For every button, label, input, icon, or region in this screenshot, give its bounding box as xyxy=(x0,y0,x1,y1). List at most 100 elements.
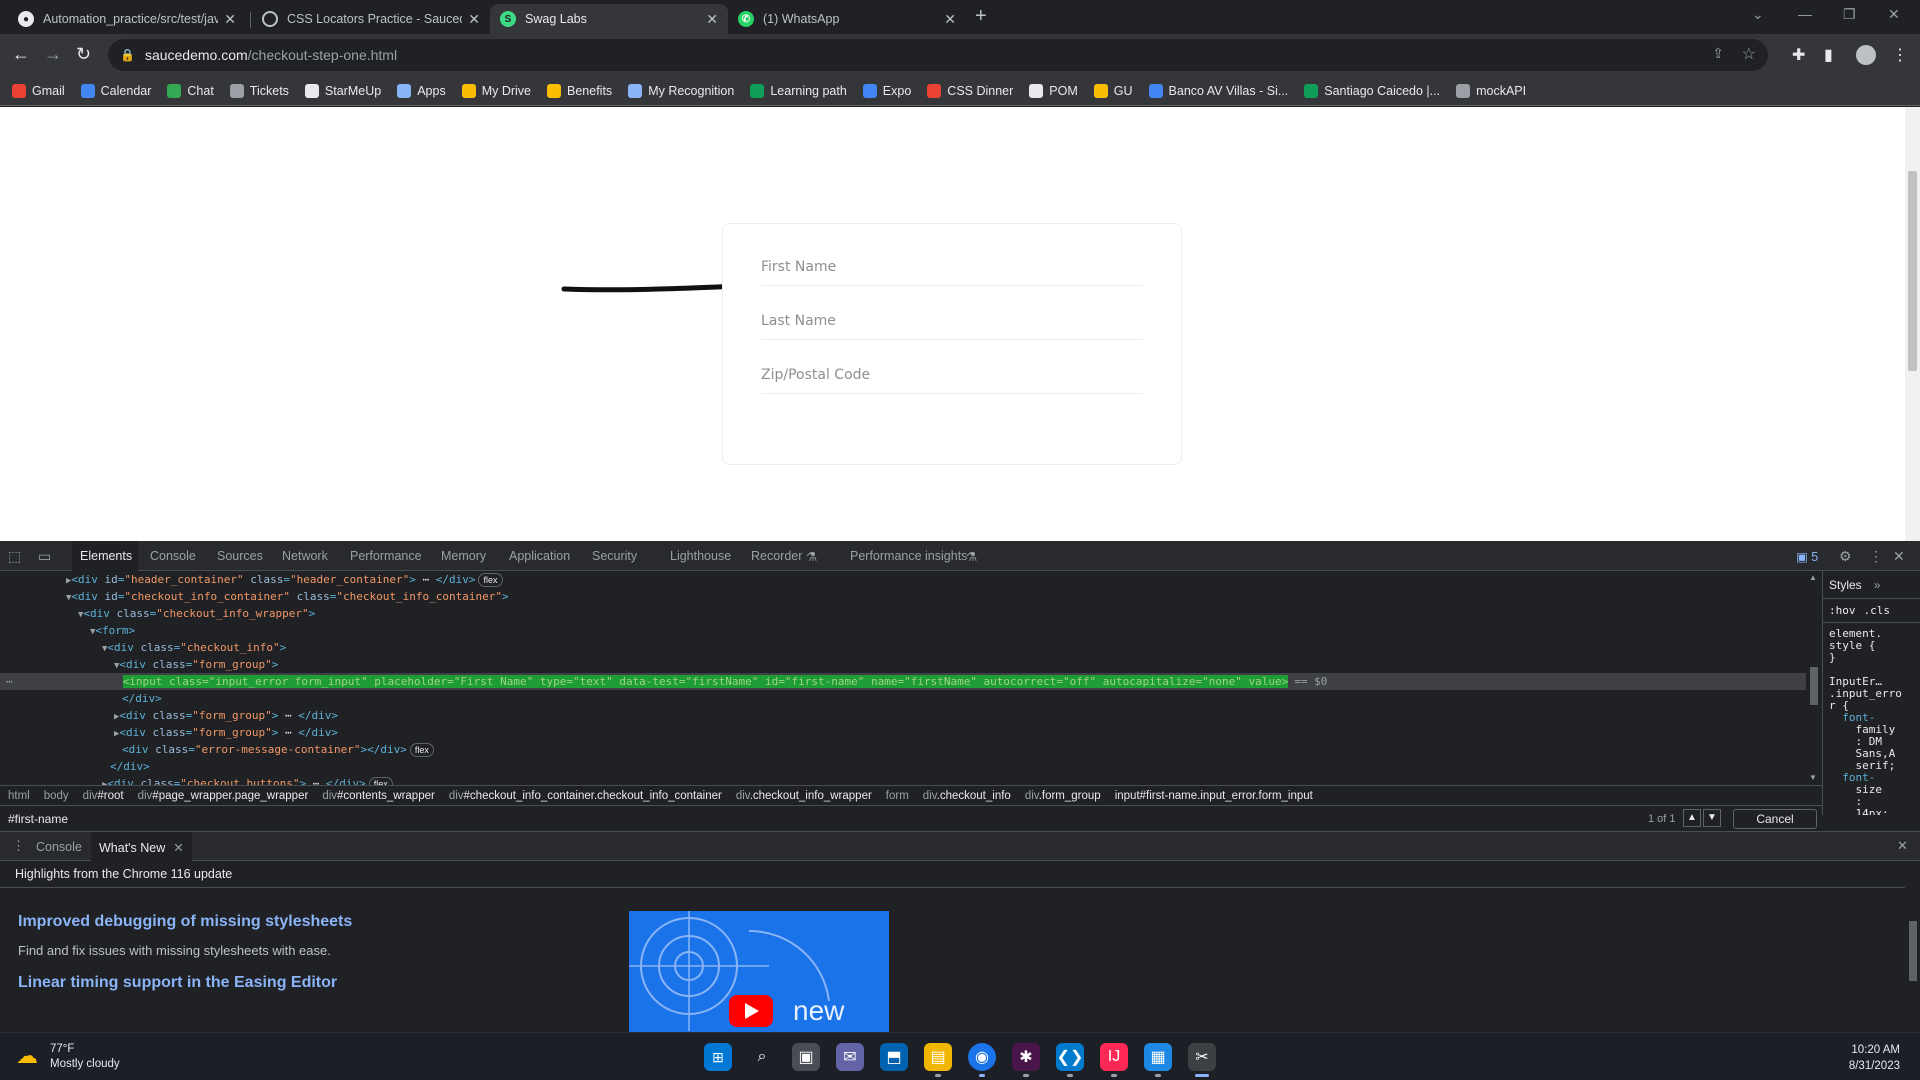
bookmark-item[interactable]: Tickets xyxy=(229,83,289,98)
tab-performance-insights[interactable]: Performance insights xyxy=(850,549,967,563)
class-toggle[interactable]: .cls xyxy=(1864,604,1891,617)
dom-node[interactable]: ▶<div class="form_group"> ⋯ </div> xyxy=(0,724,1806,741)
bookmark-item[interactable]: Expo xyxy=(862,83,911,98)
side-panel-icon[interactable]: ▮ xyxy=(1824,45,1833,65)
bookmark-item[interactable]: My Recognition xyxy=(628,83,734,98)
tab-performance[interactable]: Performance xyxy=(350,549,422,563)
bookmark-item[interactable]: CSS Dinner xyxy=(927,83,1013,98)
windows-start-icon[interactable]: ⊞ xyxy=(704,1043,732,1071)
tab-security[interactable]: Security xyxy=(592,549,637,563)
intellij-icon[interactable]: IJ xyxy=(1100,1043,1128,1077)
teams-chat-icon[interactable]: ✉ xyxy=(836,1043,864,1071)
close-tab-icon[interactable]: ✕ xyxy=(468,11,480,28)
breadcrumb-item[interactable]: input#first-name.input_error.form_input xyxy=(1115,790,1313,802)
breadcrumb-item[interactable]: form xyxy=(886,790,909,802)
breadcrumb-item[interactable]: div#root xyxy=(83,790,124,802)
bookmark-item[interactable]: Banco AV Villas - Si... xyxy=(1148,83,1288,98)
search-icon[interactable]: ⌕ xyxy=(748,1043,776,1071)
bookmark-item[interactable]: Apps xyxy=(397,83,446,98)
bookmark-item[interactable]: Learning path xyxy=(750,83,847,98)
cancel-search-button[interactable]: Cancel xyxy=(1733,809,1817,829)
dom-node[interactable]: ▶<div id="header_container" class="heade… xyxy=(0,571,1806,588)
store-icon[interactable]: ⬒ xyxy=(880,1043,908,1071)
hover-state-toggle[interactable]: :hov xyxy=(1829,604,1856,617)
breadcrumb-item[interactable]: div.checkout_info_wrapper xyxy=(736,790,872,802)
restore-icon[interactable]: ❐ xyxy=(1843,6,1856,23)
system-clock[interactable]: 10:20 AM 8/31/2023 xyxy=(1820,1042,1900,1074)
first-name-input[interactable] xyxy=(761,248,1143,286)
dom-node[interactable]: ▼<form> xyxy=(0,622,1806,639)
dom-node-selected[interactable]: ⋯ <input class="input_error form_input" p… xyxy=(0,673,1806,690)
dom-search-input[interactable]: #first-name xyxy=(8,812,68,826)
issues-badge[interactable]: ▣ 5 xyxy=(1796,549,1818,564)
close-tab-icon[interactable]: ✕ xyxy=(173,841,183,855)
tab-recorder[interactable]: Recorder xyxy=(751,549,802,563)
close-tab-icon[interactable]: ✕ xyxy=(224,11,236,28)
bookmark-item[interactable]: Gmail xyxy=(12,83,65,98)
task-view-icon[interactable]: ▣ xyxy=(792,1043,820,1071)
bookmark-item[interactable]: Chat xyxy=(167,83,214,98)
tab-console[interactable]: Console xyxy=(150,549,196,563)
breadcrumb-item[interactable]: div#page_wrapper.page_wrapper xyxy=(138,790,309,802)
browser-tab-github[interactable]: ● Automation_practice/src/test/jav ✕ xyxy=(8,4,246,34)
browser-tab-swag-labs[interactable]: S Swag Labs ✕ xyxy=(490,4,728,34)
close-tab-icon[interactable]: ✕ xyxy=(944,11,956,28)
weather-cloud-icon[interactable]: ☁ xyxy=(16,1043,38,1069)
dom-node[interactable]: ▼<div class="checkout_info_wrapper"> xyxy=(0,605,1806,622)
breadcrumb-item[interactable]: body xyxy=(44,790,69,802)
tab-sources[interactable]: Sources xyxy=(217,549,263,563)
profile-avatar[interactable] xyxy=(1856,45,1876,65)
bookmark-item[interactable]: GU xyxy=(1093,83,1133,98)
new-tab-plus-icon[interactable]: + xyxy=(975,5,987,28)
vscode-icon[interactable]: ❮❯ xyxy=(1056,1043,1084,1077)
chrome-icon[interactable]: ◉ xyxy=(968,1043,996,1077)
breadcrumb-item[interactable]: html xyxy=(8,790,30,802)
bookmark-item[interactable]: My Drive xyxy=(461,83,531,98)
reload-icon[interactable]: ↻ xyxy=(76,44,91,64)
dom-node[interactable]: ▼<div id="checkout_info_container" class… xyxy=(0,588,1806,605)
drawer-tab-whats-new[interactable]: What's New ✕ xyxy=(91,832,192,861)
bookmark-item[interactable]: POM xyxy=(1029,83,1078,98)
whats-new-link-1[interactable]: Improved debugging of missing stylesheet… xyxy=(18,913,352,931)
dom-node[interactable]: ▼<div class="form_group"> xyxy=(0,656,1806,673)
whats-new-link-2[interactable]: Linear timing support in the Easing Edit… xyxy=(18,974,337,992)
more-tabs-chevron-icon[interactable]: » xyxy=(1874,578,1881,592)
breadcrumb-item[interactable]: div#contents_wrapper xyxy=(322,790,435,802)
forward-arrow-icon[interactable]: → xyxy=(44,44,62,64)
lock-icon[interactable]: 🔒 xyxy=(120,48,135,62)
close-devtools-icon[interactable]: ✕ xyxy=(1893,548,1905,565)
previous-result-icon[interactable]: ▲ xyxy=(1683,809,1701,827)
devtools-menu-icon[interactable]: ⋮ xyxy=(1869,548,1883,565)
bookmark-item[interactable]: mockAPI xyxy=(1456,83,1526,98)
last-name-input[interactable] xyxy=(761,302,1143,340)
dom-node[interactable]: <div class="error-message-container"></d… xyxy=(0,741,1806,758)
page-scrollbar[interactable] xyxy=(1905,107,1920,541)
bookmark-item[interactable]: Santiago Caicedo |... xyxy=(1304,83,1440,98)
back-arrow-icon[interactable]: ← xyxy=(12,44,30,64)
settings-gear-icon[interactable]: ⚙ xyxy=(1839,548,1852,565)
kebab-menu-icon[interactable]: ⋮ xyxy=(1892,45,1908,65)
tab-elements[interactable]: Elements xyxy=(80,549,132,563)
tab-application[interactable]: Application xyxy=(509,549,570,563)
slack-icon[interactable]: ✱ xyxy=(1012,1043,1040,1077)
video-thumbnail[interactable]: new xyxy=(629,911,889,1051)
file-explorer-icon[interactable]: ▤ xyxy=(924,1043,952,1077)
bookmark-item[interactable]: Calendar xyxy=(80,83,151,98)
dom-node[interactable]: </div> xyxy=(0,758,1806,775)
dom-scrollbar[interactable]: ▲ ▼ xyxy=(1806,571,1822,785)
next-result-icon[interactable]: ▼ xyxy=(1703,809,1721,827)
dom-node[interactable]: ▶<div class="form_group"> ⋯ </div> xyxy=(0,707,1806,724)
share-icon[interactable]: ⇪ xyxy=(1712,45,1724,62)
dom-node[interactable]: </div> xyxy=(0,690,1806,707)
dom-node[interactable]: ▼<div class="checkout_info"> xyxy=(0,639,1806,656)
snipping-tool-icon[interactable]: ✂ xyxy=(1188,1043,1216,1077)
bookmark-item[interactable]: StarMeUp xyxy=(304,83,381,98)
bookmark-star-icon[interactable]: ☆ xyxy=(1742,44,1756,64)
tab-memory[interactable]: Memory xyxy=(441,549,486,563)
drawer-tab-console[interactable]: Console xyxy=(36,840,82,854)
weather-widget[interactable]: 77°F Mostly cloudy xyxy=(50,1042,120,1072)
extensions-puzzle-icon[interactable]: ✚ xyxy=(1792,45,1805,65)
breadcrumb-item[interactable]: div#checkout_info_container.checkout_inf… xyxy=(449,790,722,802)
close-window-icon[interactable]: ✕ xyxy=(1888,6,1900,23)
browser-tab-css-locators[interactable]: CSS Locators Practice - Sauceden ✕ xyxy=(252,4,490,34)
